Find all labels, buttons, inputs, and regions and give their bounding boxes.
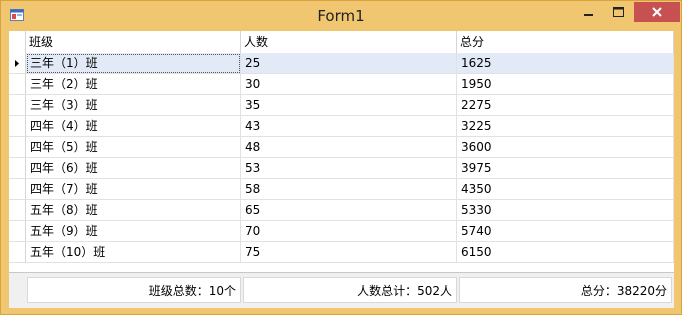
cell-class[interactable]: 五年（9）班 xyxy=(26,221,241,242)
cell-class[interactable]: 五年（8）班 xyxy=(26,200,241,221)
row-header[interactable] xyxy=(9,242,26,263)
cell-total[interactable]: 3225 xyxy=(457,116,674,137)
data-grid[interactable]: 班级 人数 总分 三年（1）班 25 1625 三年（2）班 30 1950 三… xyxy=(9,31,674,273)
cell-total[interactable]: 5740 xyxy=(457,221,674,242)
minimize-icon xyxy=(584,14,593,16)
cell-class[interactable]: 四年（4）班 xyxy=(26,116,241,137)
table-row[interactable]: 五年（8）班 65 5330 xyxy=(9,200,674,221)
cell-class[interactable]: 三年（3）班 xyxy=(26,95,241,116)
column-header-count[interactable]: 人数 xyxy=(241,31,457,53)
close-button[interactable] xyxy=(634,2,680,22)
cell-class[interactable]: 三年（1）班 xyxy=(26,53,241,74)
cell-count[interactable]: 58 xyxy=(241,179,457,200)
table-row[interactable]: 四年（5）班 48 3600 xyxy=(9,137,674,158)
row-header[interactable] xyxy=(9,53,26,74)
cell-total[interactable]: 2275 xyxy=(457,95,674,116)
maximize-button[interactable] xyxy=(604,2,632,22)
table-row[interactable]: 三年（1）班 25 1625 xyxy=(9,53,674,74)
cell-total[interactable]: 6150 xyxy=(457,242,674,263)
table-row[interactable]: 三年（3）班 35 2275 xyxy=(9,95,674,116)
maximize-icon xyxy=(612,7,624,17)
cell-count[interactable]: 35 xyxy=(241,95,457,116)
score-total-box[interactable]: 总分：38220分 xyxy=(459,277,672,303)
cell-count[interactable]: 48 xyxy=(241,137,457,158)
grid-corner-cell[interactable] xyxy=(9,31,26,53)
cell-total[interactable]: 3600 xyxy=(457,137,674,158)
table-row[interactable]: 四年（6）班 53 3975 xyxy=(9,158,674,179)
class-total-box[interactable]: 班级总数：10个 xyxy=(27,277,241,303)
column-header-total[interactable]: 总分 xyxy=(457,31,674,53)
table-row[interactable]: 四年（4）班 43 3225 xyxy=(9,116,674,137)
cell-class[interactable]: 四年（5）班 xyxy=(26,137,241,158)
cell-total[interactable]: 1950 xyxy=(457,74,674,95)
cell-total[interactable]: 4350 xyxy=(457,179,674,200)
cell-count[interactable]: 43 xyxy=(241,116,457,137)
current-row-arrow-icon xyxy=(15,60,19,67)
cell-count[interactable]: 70 xyxy=(241,221,457,242)
table-row[interactable]: 四年（7）班 58 4350 xyxy=(9,179,674,200)
cell-class[interactable]: 三年（2）班 xyxy=(26,74,241,95)
cell-count[interactable]: 53 xyxy=(241,158,457,179)
form-client-area: 班级 人数 总分 三年（1）班 25 1625 三年（2）班 30 1950 三… xyxy=(9,31,674,308)
table-row[interactable]: 五年（10）班 75 6150 xyxy=(9,242,674,263)
row-header[interactable] xyxy=(9,95,26,116)
people-total-box[interactable]: 人数总计：502人 xyxy=(243,277,457,303)
cell-count[interactable]: 25 xyxy=(241,53,457,74)
cell-total[interactable]: 1625 xyxy=(457,53,674,74)
cell-class[interactable]: 四年（7）班 xyxy=(26,179,241,200)
cell-class[interactable]: 四年（6）班 xyxy=(26,158,241,179)
window: Form1 班级 人数 总分 三年（1）班 25 1625 三年（2）班 30 … xyxy=(0,0,682,315)
title-bar[interactable]: Form1 xyxy=(1,1,681,31)
grid-header: 班级 人数 总分 xyxy=(9,31,674,54)
summary-panel: 班级总数：10个 人数总计：502人 总分：38220分 xyxy=(9,273,674,308)
cell-class[interactable]: 五年（10）班 xyxy=(26,242,241,263)
cell-total[interactable]: 5330 xyxy=(457,200,674,221)
cell-total[interactable]: 3975 xyxy=(457,158,674,179)
cell-count[interactable]: 30 xyxy=(241,74,457,95)
row-header[interactable] xyxy=(9,137,26,158)
close-icon xyxy=(652,7,662,17)
row-header[interactable] xyxy=(9,116,26,137)
row-header[interactable] xyxy=(9,200,26,221)
row-header[interactable] xyxy=(9,179,26,200)
minimize-button[interactable] xyxy=(574,2,604,22)
row-header[interactable] xyxy=(9,74,26,95)
cell-count[interactable]: 75 xyxy=(241,242,457,263)
cell-count[interactable]: 65 xyxy=(241,200,457,221)
table-row[interactable]: 三年（2）班 30 1950 xyxy=(9,74,674,95)
row-header[interactable] xyxy=(9,158,26,179)
column-header-class[interactable]: 班级 xyxy=(26,31,241,53)
table-row[interactable]: 五年（9）班 70 5740 xyxy=(9,221,674,242)
row-header[interactable] xyxy=(9,221,26,242)
